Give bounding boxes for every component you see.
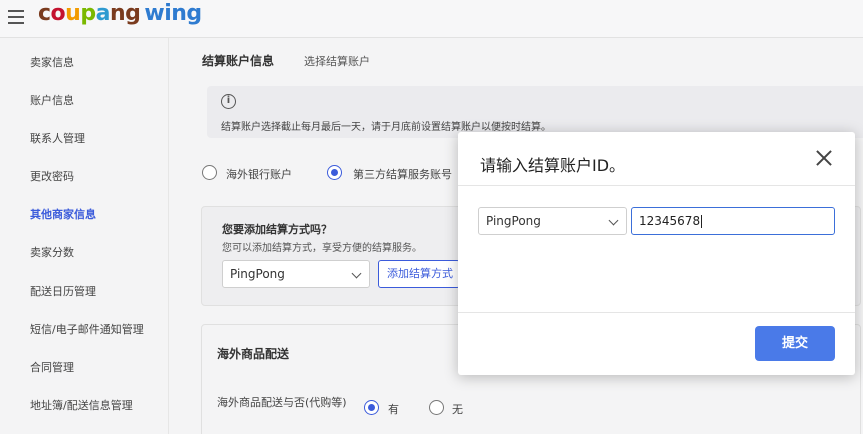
sidebar: 卖家信息 账户信息 联系人管理 更改密码 其他商家信息 卖家分数 配送日历管理 … xyxy=(0,38,168,434)
sidebar-item-other-info[interactable]: 其他商家信息 xyxy=(30,206,96,222)
section-subtitle: 选择结算账户 xyxy=(304,55,370,68)
radio-overseas-bank-label: 海外银行账户 xyxy=(226,168,292,181)
sidebar-item-notifications[interactable]: 短信/电子邮件通知管理 xyxy=(30,321,144,337)
radio-third-party[interactable] xyxy=(327,165,342,180)
radio-shipping-yes-label: 有 xyxy=(388,403,399,416)
shipping-question: 海外商品配送与否(代购等) xyxy=(217,396,347,409)
menu-icon[interactable] xyxy=(8,10,24,24)
add-method-description: 您可以添加结算方式，享受方便的结算服务。 xyxy=(222,243,422,254)
sidebar-item-contracts[interactable]: 合同管理 xyxy=(30,359,74,375)
radio-shipping-no[interactable] xyxy=(429,400,444,415)
sidebar-item-seller-score[interactable]: 卖家分数 xyxy=(30,244,74,260)
modal-payment-select[interactable]: PingPong xyxy=(478,207,627,235)
radio-third-party-label: 第三方结算服务账号 xyxy=(353,168,452,181)
modal-divider xyxy=(458,312,855,313)
modal-divider xyxy=(458,185,855,186)
radio-shipping-yes[interactable] xyxy=(364,400,379,415)
add-method-question: 您要添加结算方式吗？ xyxy=(222,223,332,236)
chevron-down-icon xyxy=(351,268,362,279)
modal-title: 请输入结算账户ID。 xyxy=(480,156,626,175)
shipping-title: 海外商品配送 xyxy=(217,347,290,361)
section-title: 结算账户信息 xyxy=(202,54,275,68)
close-icon[interactable] xyxy=(812,146,836,170)
submit-button[interactable]: 提交 xyxy=(755,326,835,361)
coupang-wing-logo[interactable]: coupang wing xyxy=(38,0,202,28)
payment-method-select[interactable]: PingPong xyxy=(222,260,370,288)
notice-box: i 结算账户选择截止每月最后一天，请于月底前设置结算账户以便按时结算。 xyxy=(207,86,863,138)
add-method-button[interactable]: 添加结算方式 xyxy=(378,260,460,288)
sidebar-item-delivery-calendar[interactable]: 配送日历管理 xyxy=(30,283,96,299)
radio-overseas-bank[interactable] xyxy=(202,165,217,180)
radio-shipping-no-label: 无 xyxy=(452,403,463,416)
sidebar-item-contacts[interactable]: 联系人管理 xyxy=(30,130,85,146)
account-id-input[interactable]: 12345678 xyxy=(631,207,835,235)
notice-text: 结算账户选择截止每月最后一天，请于月底前设置结算账户以便按时结算。 xyxy=(221,122,551,133)
info-icon: i xyxy=(221,94,236,109)
account-id-modal: 请输入结算账户ID。 PingPong 12345678 提交 xyxy=(458,132,855,375)
chevron-down-icon xyxy=(608,215,619,226)
top-bar: coupang wing xyxy=(0,0,863,38)
sidebar-item-seller-info[interactable]: 卖家信息 xyxy=(30,54,74,70)
sidebar-item-change-password[interactable]: 更改密码 xyxy=(30,168,74,184)
sidebar-item-address-book[interactable]: 地址簿/配送信息管理 xyxy=(30,397,133,413)
sidebar-item-account-info[interactable]: 账户信息 xyxy=(30,92,74,108)
